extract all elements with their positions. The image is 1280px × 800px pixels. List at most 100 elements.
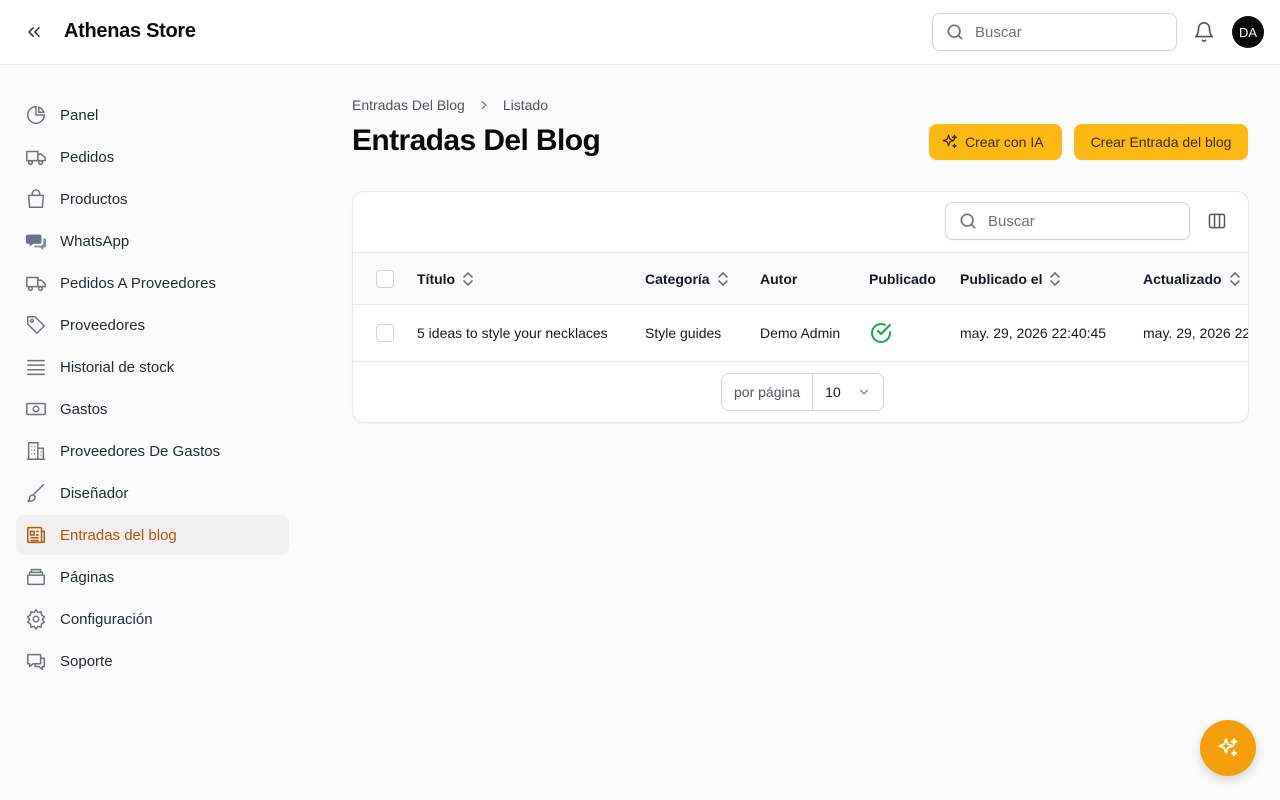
sidebar-item-gastos[interactable]: Gastos: [16, 389, 289, 429]
column-label: Publicado el: [960, 270, 1043, 287]
sidebar: Panel Pedidos Productos WhatsApp Pedidos…: [16, 95, 289, 683]
cell-title[interactable]: 5 ideas to style your necklaces: [417, 305, 608, 361]
gear-icon: [24, 607, 48, 631]
sidebar-item-pedidos-proveedores[interactable]: Pedidos A Proveedores: [16, 263, 289, 303]
sidebar-item-label: Proveedores De Gastos: [60, 442, 221, 460]
per-page-value: 10: [825, 384, 841, 400]
column-header-author: Autor: [760, 253, 797, 304]
column-label: Categoría: [645, 270, 710, 287]
sidebar-item-historial-stock[interactable]: Historial de stock: [16, 347, 289, 387]
cell-category: Style guides: [645, 325, 722, 341]
pie-chart-icon: [24, 103, 48, 127]
sidebar-item-panel[interactable]: Panel: [16, 95, 289, 135]
search-icon: [945, 22, 965, 42]
per-page-label: por página: [722, 374, 814, 410]
truck-icon: [24, 145, 48, 169]
chat-icon: [24, 649, 48, 673]
blog-entries-table: Título Categoría Autor Publicado Publica…: [352, 191, 1249, 423]
sidebar-item-label: Diseñador: [60, 484, 129, 502]
table-search-input[interactable]: [988, 212, 1168, 230]
stack-icon: [24, 355, 48, 379]
cell-published: [869, 305, 893, 361]
sidebar-item-label: Panel: [60, 106, 99, 124]
collapse-sidebar-icon[interactable]: [22, 20, 46, 44]
sort-icon[interactable]: [716, 270, 730, 288]
chevron-right-icon: [477, 98, 491, 112]
top-bar: Athenas Store DA: [0, 0, 1280, 65]
sidebar-item-label: Historial de stock: [60, 358, 175, 376]
sidebar-item-label: Productos: [60, 190, 128, 208]
create-blog-entry-button[interactable]: Crear Entrada del blog: [1074, 124, 1248, 160]
column-header-category[interactable]: Categoría: [645, 253, 730, 304]
select-all-checkbox[interactable]: [376, 269, 394, 288]
create-with-ai-button[interactable]: Crear con IA: [929, 124, 1062, 160]
column-header-title[interactable]: Título: [417, 253, 475, 304]
select-all-cell: [376, 253, 394, 304]
brand-name: Athenas Store: [64, 20, 196, 42]
sidebar-item-label: WhatsApp: [60, 232, 130, 250]
chat-bubbles-icon: [24, 229, 48, 253]
sidebar-item-whatsapp[interactable]: WhatsApp: [16, 221, 289, 261]
sidebar-item-soporte[interactable]: Soporte: [16, 641, 289, 681]
global-search-input[interactable]: [975, 23, 1155, 41]
sidebar-item-label: Páginas: [60, 568, 115, 586]
sidebar-item-label: Gastos: [60, 400, 108, 418]
sidebar-item-proveedores[interactable]: Proveedores: [16, 305, 289, 345]
tag-icon: [24, 313, 48, 337]
create-with-ai-label: Crear con IA: [965, 134, 1044, 150]
paintbrush-icon: [24, 481, 48, 505]
chevron-down-icon: [857, 385, 871, 399]
sidebar-item-entradas-blog[interactable]: Entradas del blog: [16, 515, 289, 555]
truck-icon: [24, 271, 48, 295]
sidebar-item-label: Configuración: [60, 610, 153, 628]
row-select-cell: [376, 305, 394, 361]
sort-icon[interactable]: [1048, 270, 1062, 288]
sparkles-icon: [941, 133, 959, 151]
breadcrumb: Entradas Del Blog Listado: [352, 97, 548, 113]
cell-published-at: may. 29, 2026 22:40:45: [960, 325, 1107, 341]
sort-icon[interactable]: [461, 270, 475, 288]
sparkles-icon: [1216, 736, 1240, 760]
column-label: Publicado: [869, 270, 936, 287]
table-header: Título Categoría Autor Publicado Publica…: [353, 252, 1248, 305]
sidebar-item-disenador[interactable]: Diseñador: [16, 473, 289, 513]
banknote-icon: [24, 397, 48, 421]
cell-author: Demo Admin: [760, 325, 841, 341]
shopping-bag-icon: [24, 187, 48, 211]
global-search[interactable]: [932, 13, 1177, 51]
sidebar-item-label: Entradas del blog: [60, 526, 177, 544]
page-title: Entradas Del Blog: [352, 124, 601, 157]
newspaper-icon: [24, 523, 48, 547]
column-label: Autor: [760, 270, 798, 287]
user-avatar[interactable]: DA: [1232, 16, 1264, 48]
table-row[interactable]: 5 ideas to style your necklaces Style gu…: [353, 305, 1249, 362]
breadcrumb-current: Listado: [502, 97, 548, 113]
building-icon: [24, 439, 48, 463]
bell-icon[interactable]: [1192, 20, 1216, 44]
column-label: Título: [417, 270, 456, 287]
columns-toggle-icon[interactable]: [1205, 209, 1229, 233]
breadcrumb-parent-link[interactable]: Entradas Del Blog: [352, 97, 465, 113]
column-header-published-at[interactable]: Publicado el: [960, 253, 1062, 304]
column-header-published: Publicado: [869, 253, 936, 304]
row-checkbox[interactable]: [376, 324, 394, 342]
pagination-per-page: por página 10: [721, 373, 884, 411]
sidebar-item-label: Soporte: [60, 652, 113, 670]
ai-assistant-fab[interactable]: [1200, 720, 1256, 776]
table-search[interactable]: [945, 202, 1190, 240]
sidebar-item-configuracion[interactable]: Configuración: [16, 599, 289, 639]
search-icon: [958, 211, 978, 231]
cell-updated: may. 29, 2026 22:40:45: [1143, 325, 1249, 341]
sidebar-item-label: Proveedores: [60, 316, 146, 334]
sidebar-item-pedidos[interactable]: Pedidos: [16, 137, 289, 177]
sidebar-item-label: Pedidos A Proveedores: [60, 274, 216, 292]
per-page-select[interactable]: 10: [813, 384, 883, 400]
sidebar-item-proveedores-gastos[interactable]: Proveedores De Gastos: [16, 431, 289, 471]
sidebar-item-productos[interactable]: Productos: [16, 179, 289, 219]
sidebar-item-label: Pedidos: [60, 148, 115, 166]
column-label: Actualizado: [1143, 270, 1222, 287]
sidebar-item-paginas[interactable]: Páginas: [16, 557, 289, 597]
column-header-updated[interactable]: Actualizado: [1143, 253, 1242, 304]
sort-icon[interactable]: [1228, 270, 1242, 288]
archive-icon: [24, 565, 48, 589]
